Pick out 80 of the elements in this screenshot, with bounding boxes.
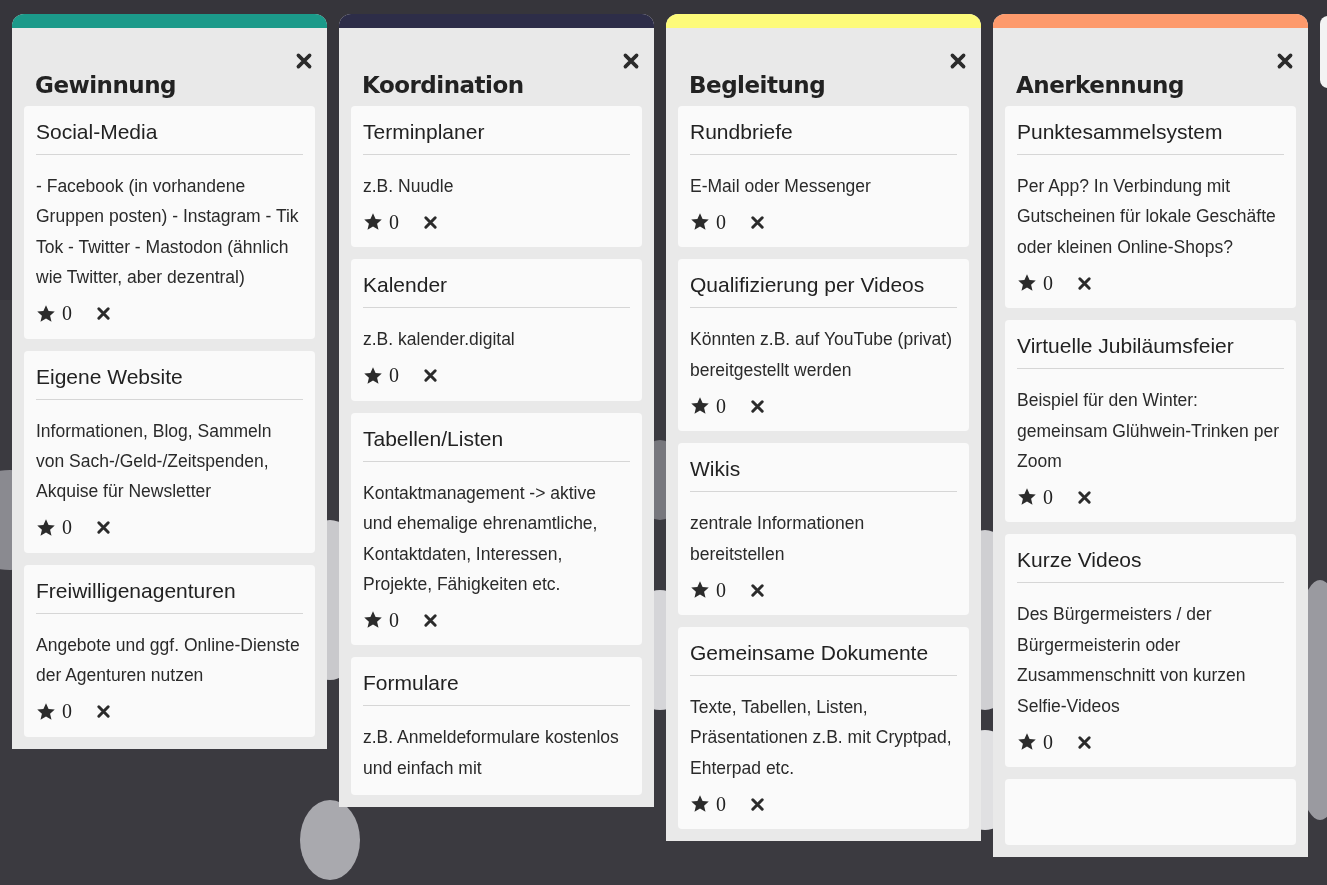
close-icon[interactable] <box>1077 275 1092 291</box>
idea-card[interactable]: Qualifizierung per Videos Könnten z.B. auf YouTube (privat) bereitgestellt werden 0 <box>678 259 969 432</box>
vote-count: 0 <box>62 516 72 540</box>
close-icon[interactable] <box>750 796 765 812</box>
vote-count: 0 <box>1043 271 1053 295</box>
close-icon[interactable] <box>1077 734 1092 750</box>
vote-count: 0 <box>716 394 726 418</box>
card-title: Tabellen/Listen <box>363 426 630 462</box>
card-text: z.B. Anmeldeformulare kostenlos und einfach mit <box>363 726 620 780</box>
card-text: Per App? In Verbindung mit Gutscheinen für lokale Geschäfte oder kleinen Online-Shops? <box>1017 175 1277 259</box>
card-title: Eigene Website <box>36 364 303 400</box>
card-text: Des Bürgermeisters / der Bürgermeisterin oder Zusammenschnitt von kurzen Selfie-Videos <box>1017 603 1247 718</box>
idea-card[interactable]: Formulare z.B. Anmeldeformulare kostenlos und einfach mit <box>351 657 642 796</box>
card-title: Wikis <box>690 457 957 493</box>
close-icon[interactable] <box>750 398 765 414</box>
star-icon[interactable] <box>36 701 56 722</box>
column-title: Anerkennung <box>1016 72 1184 98</box>
close-icon[interactable] <box>423 612 438 628</box>
vote-count: 0 <box>1043 485 1053 509</box>
vote-count: 0 <box>389 608 399 632</box>
close-icon[interactable] <box>96 704 111 720</box>
star-icon[interactable] <box>363 365 383 386</box>
card-text: Texte, Tabellen, Listen, Präsentationen z.B. mit Cryptpad, Ehterpad etc. <box>690 696 953 780</box>
vote-count: 0 <box>62 302 72 326</box>
close-icon[interactable] <box>622 52 640 70</box>
idea-card[interactable]: Kalender z.B. kalender.digital 0 <box>351 259 642 401</box>
close-icon[interactable] <box>949 52 967 70</box>
vote-count: 0 <box>389 210 399 234</box>
card-title: Freiwilligenagenturen <box>36 578 303 614</box>
vote-count: 0 <box>716 792 726 816</box>
card-text: Informationen, Blog, Sammeln von Sach-/Geld-/Zeitspenden, Akquise für Newsletter <box>36 419 273 504</box>
idea-card[interactable]: Virtuelle Jubiläumsfeier Beispiel für den Winter: gemeinsam Glühwein-Trinken per Zoom 0 <box>1005 320 1296 523</box>
idea-card[interactable]: Terminplaner z.B. Nuudle 0 <box>351 106 642 248</box>
column-title: Koordination <box>362 72 524 98</box>
star-icon[interactable] <box>36 517 56 538</box>
card-title: Formulare <box>363 671 630 707</box>
idea-card[interactable]: Gemeinsame Dokumente Texte, Tabellen, Listen, Präsentationen z.B. mit Cryptpad, Ehterpad etc. 0 <box>678 627 969 830</box>
card-text: Kontaktmanagement -> aktive und ehemalige ehrenamtliche, Kontaktdaten, Interessen, Projekte, Fähigkeiten etc. <box>363 481 599 597</box>
card-title: Punktesammelsystem <box>1017 120 1284 155</box>
card-text: Könnten z.B. auf YouTube (privat) bereitgestellt werden <box>690 328 954 382</box>
card-title: Terminplaner <box>363 120 630 155</box>
card-title: Social-Media <box>36 120 303 155</box>
card-title: Qualifizierung per Videos <box>690 273 957 309</box>
card-text: Angebote und ggf. Online-Dienste der Agenturen nutzen <box>36 633 301 688</box>
idea-card[interactable]: Wikis zentrale Informationen bereitstellen 0 <box>678 443 969 616</box>
close-icon[interactable] <box>96 306 111 322</box>
card-text: z.B. Nuudle <box>363 175 455 198</box>
card-text: zentrale Informationen bereitstellen <box>690 512 866 566</box>
idea-card[interactable]: Punktesammelsystem Per App? In Verbindung mit Gutscheinen für lokale Geschäfte oder kleinen Online-Shops? 0 <box>1005 106 1296 309</box>
vote-count: 0 <box>389 364 399 388</box>
close-icon[interactable] <box>423 214 438 230</box>
idea-card[interactable]: Social-Media - Facebook (in vorhandene Gruppen posten) - Instagram - Tik Tok - Twitter - Mastodon (ähnlich wie Twitter, aber dezentral) 0 <box>24 106 315 339</box>
column-title: Begleitung <box>689 72 826 98</box>
idea-card[interactable]: Rundbriefe E-Mail oder Messenger 0 <box>678 106 969 248</box>
card-text: Beispiel für den Winter: gemeinsam Glühwein-Trinken per Zoom <box>1017 389 1280 474</box>
vote-count: 0 <box>1043 730 1053 754</box>
vote-count: 0 <box>716 210 726 234</box>
idea-card[interactable]: Kurze Videos Des Bürgermeisters / der Bürgermeisterin oder Zusammenschnitt von kurzen Selfie-Videos 0 <box>1005 534 1296 768</box>
vote-count: 0 <box>62 700 72 724</box>
star-icon[interactable] <box>36 303 56 324</box>
idea-card[interactable]: Freiwilligenagenturen Angebote und ggf. Online-Dienste der Agenturen nutzen 0 <box>24 564 315 737</box>
close-icon[interactable] <box>295 52 313 70</box>
close-icon[interactable] <box>1077 489 1092 505</box>
card-title: Kalender <box>363 273 630 309</box>
column-title: Gewinnung <box>35 72 177 98</box>
idea-card[interactable]: Eigene Website Informationen, Blog, Sammeln von Sach-/Geld-/Zeitspenden, Akquise für Newsletter 0 <box>24 350 315 553</box>
card-text: E-Mail oder Messenger <box>690 175 872 198</box>
card-title: Rundbriefe <box>690 120 957 155</box>
close-icon[interactable] <box>1276 52 1294 70</box>
close-icon[interactable] <box>423 368 438 384</box>
close-icon[interactable] <box>750 214 765 230</box>
card-text: - Facebook (in vorhandene Gruppen posten) - Instagram - Tik Tok - Twitter - Mastodon (ähnlich wie Twitter, aber dezentral) <box>36 175 300 290</box>
idea-card[interactable]: Tabellen/Listen Kontaktmanagement -> aktive und ehemalige ehrenamtliche, Kontaktdaten, Interessen, Projekte, Fähigkeiten etc. 0 <box>351 412 642 646</box>
vote-count: 0 <box>716 578 726 602</box>
close-icon[interactable] <box>96 520 111 536</box>
card-title: Gemeinsame Dokumente <box>690 641 957 677</box>
card-text: z.B. kalender.digital <box>363 328 516 352</box>
card-title: Kurze Videos <box>1017 548 1284 584</box>
card-title: Virtuelle Jubiläumsfeier <box>1017 334 1284 370</box>
close-icon[interactable] <box>750 582 765 598</box>
